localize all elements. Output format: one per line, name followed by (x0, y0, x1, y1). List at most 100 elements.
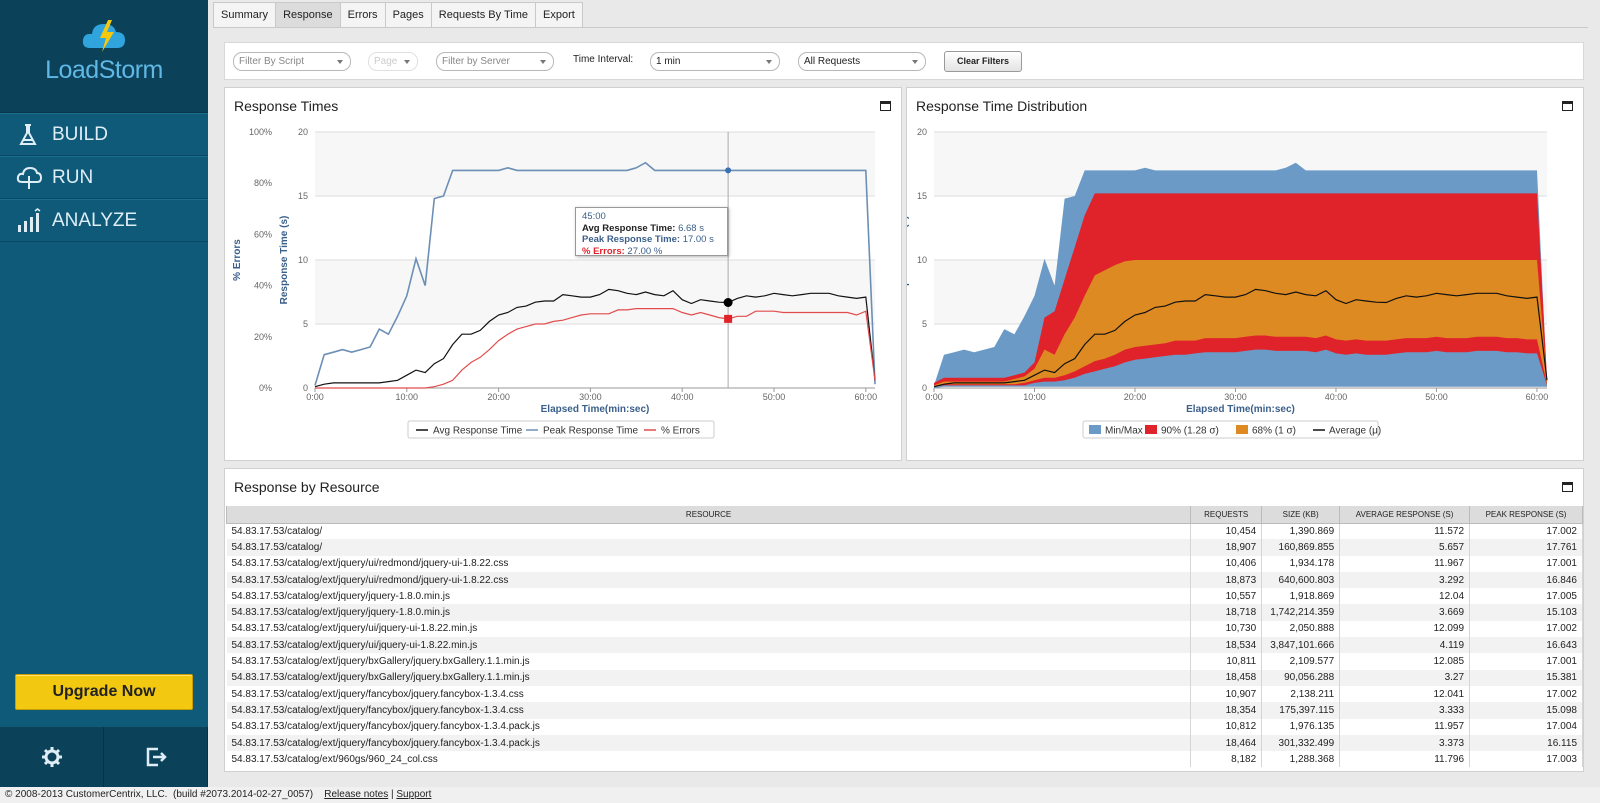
table-row: 54.83.17.53/catalog/ext/jquery/ui/jquery… (226, 620, 1583, 638)
legend-label: 90% (1.28 σ) (1161, 426, 1219, 437)
legend-swatch (1145, 425, 1157, 434)
cell-resource: 54.83.17.53/catalog/ext/jquery/fancybox/… (226, 734, 1192, 752)
cell-average-response: 3.292 (1339, 571, 1471, 589)
cell-size: 3,847,101.666 (1261, 637, 1341, 654)
cell-average-response: 11.967 (1339, 555, 1471, 572)
cell-size: 1,390.869 (1261, 523, 1341, 540)
peak-marker (725, 167, 732, 174)
tooltip-time: 45:00 (582, 211, 606, 222)
cell-resource: 54.83.17.53/catalog/ext/jquery/ui/jquery… (226, 620, 1192, 638)
cell-resource: 54.83.17.53/catalog/ext/jquery/bxGallery… (226, 669, 1192, 686)
cell-requests: 18,464 (1190, 734, 1263, 752)
cell-requests: 10,454 (1190, 523, 1263, 540)
cell-peak-response: 17.003 (1469, 751, 1583, 768)
upgrade-now-button[interactable]: Upgrade Now (15, 674, 193, 710)
cell-peak-response: 16.846 (1469, 571, 1583, 589)
cell-average-response: 3.373 (1339, 734, 1471, 752)
nav-build[interactable]: BUILD (0, 113, 208, 156)
col-resource[interactable]: RESOURCE (225, 506, 1192, 524)
maximize-icon[interactable] (1562, 482, 1573, 492)
x-tick-label: 10:00 (1023, 392, 1046, 402)
cell-average-response: 5.657 (1339, 539, 1471, 556)
cell-peak-response: 17.002 (1469, 620, 1583, 638)
cell-average-response: 3.27 (1339, 669, 1471, 686)
y-tick-label: 10 (917, 255, 927, 265)
legend-label: Peak Response Time (543, 426, 638, 437)
support-link[interactable]: Support (396, 789, 431, 800)
cell-average-response: 12.04 (1339, 588, 1471, 605)
cell-peak-response: 17.005 (1469, 588, 1583, 605)
flask-icon (19, 123, 37, 145)
tab-export[interactable]: Export (535, 2, 583, 27)
resource-title: Response by Resource (234, 479, 380, 495)
response-times-panel: Response Times 0 5 10 15 20 0:00 10:00 20:00 30:… (224, 87, 902, 461)
table-row: 54.83.17.53/catalog/18,907 160,869.855 5.6… (226, 539, 1583, 556)
table-row: 54.83.17.53/catalog/ext/jquery/jquery-1.… (226, 604, 1583, 621)
settings-button[interactable] (0, 727, 104, 787)
cell-size: 2,109.577 (1261, 653, 1341, 670)
avg-marker (723, 297, 733, 307)
distribution-chart: 051015200:00 10:00 20:00 30:00 40:00 50:00 60:… (907, 127, 1549, 439)
y-axis-title: Response Time (s) (279, 216, 290, 305)
cell-resource: 54.83.17.53/catalog/ext/jquery/ui/jquery… (226, 637, 1192, 654)
cell-requests: 18,907 (1190, 539, 1263, 556)
build-info: (build #2073.2014-02-27_0057) (173, 789, 314, 800)
cell-resource: 54.83.17.53/catalog/ext/jquery/fancybox/… (226, 718, 1192, 735)
cell-resource: 54.83.17.53/catalog/ext/jquery/fancybox/… (226, 685, 1192, 703)
cell-peak-response: 15.381 (1469, 669, 1583, 686)
legend-label: Avg Response Time (433, 426, 523, 437)
footer: © 2008-2013 CustomerCentrix, LLC. (build… (0, 787, 1600, 803)
x-axis-title: Elapsed Time(min:sec) (1186, 404, 1295, 415)
x-tick-label: 60:00 (1526, 392, 1549, 402)
col-peak-response[interactable]: PEAK RESPONSE (S) (1469, 506, 1583, 524)
release-notes-link[interactable]: Release notes (324, 789, 388, 800)
filter-script-select[interactable]: Filter By Script (233, 52, 351, 71)
tooltip-peak-value: 17.00 s (682, 234, 714, 245)
nav-build-label: BUILD (52, 123, 108, 145)
grid-band (315, 132, 875, 196)
copyright: © 2008-2013 CustomerCentrix, LLC. (5, 789, 168, 800)
requests-select[interactable]: All Requests (798, 52, 926, 71)
nav-run[interactable]: RUN (0, 156, 208, 199)
filter-server-select[interactable]: Filter by Server (436, 52, 554, 71)
y2-tick-label: 0% (259, 383, 272, 393)
tab-errors[interactable]: Errors (339, 2, 386, 27)
tab-requests-by-time[interactable]: Requests By Time (430, 2, 537, 27)
cell-peak-response: 15.098 (1469, 702, 1583, 719)
tab-pages[interactable]: Pages (384, 2, 432, 27)
x-tick-label: 30:00 (579, 392, 602, 402)
tooltip-errors-value: 27.00 % (627, 245, 663, 257)
cell-size: 640,600.803 (1261, 571, 1341, 589)
legend-swatch (1236, 425, 1248, 434)
footer-separator: | (390, 789, 394, 800)
tab-divider (213, 27, 1588, 28)
x-tick-label: 60:00 (855, 392, 878, 402)
y2-tick-label: 80% (254, 178, 272, 188)
tooltip-avg-value: 6.68 s (678, 222, 704, 234)
tab-summary[interactable]: Summary (213, 2, 277, 27)
logo[interactable]: LoadStorm (0, 0, 208, 113)
x-tick-label: 0:00 (306, 392, 324, 402)
col-average-response[interactable]: AVERAGE RESPONSE (S) (1339, 506, 1471, 524)
logout-button[interactable] (104, 727, 208, 787)
cell-average-response: 4.119 (1339, 637, 1471, 654)
cell-peak-response: 17.761 (1469, 539, 1583, 556)
x-axis-title: Elapsed Time(min:sec) (541, 404, 650, 415)
resource-table: RESOURCE REQUESTS SIZE (KB) AVERAGE RESP… (225, 506, 1583, 768)
tab-response[interactable]: Response (275, 2, 341, 27)
cell-requests: 10,811 (1190, 653, 1263, 670)
y2-tick-label: 100% (249, 127, 272, 137)
filter-page-select[interactable]: Page (368, 52, 418, 71)
cell-peak-response: 16.643 (1469, 637, 1583, 654)
cell-average-response: 11.796 (1339, 751, 1471, 768)
clear-filters-button[interactable]: Clear Filters (944, 51, 1022, 72)
time-interval-select[interactable]: 1 min (650, 52, 780, 71)
cell-average-response: 3.669 (1339, 604, 1471, 621)
cell-requests: 18,458 (1190, 669, 1263, 686)
nav-analyze[interactable]: ANALYZE (0, 199, 208, 242)
col-requests[interactable]: REQUESTS (1190, 506, 1263, 524)
col-size[interactable]: SIZE (KB) (1261, 506, 1341, 524)
tooltip-errors-label: % Errors: (582, 245, 625, 257)
cell-requests: 18,534 (1190, 637, 1263, 654)
cell-resource: 54.83.17.53/catalog/ext/jquery/jquery-1.… (226, 604, 1192, 621)
